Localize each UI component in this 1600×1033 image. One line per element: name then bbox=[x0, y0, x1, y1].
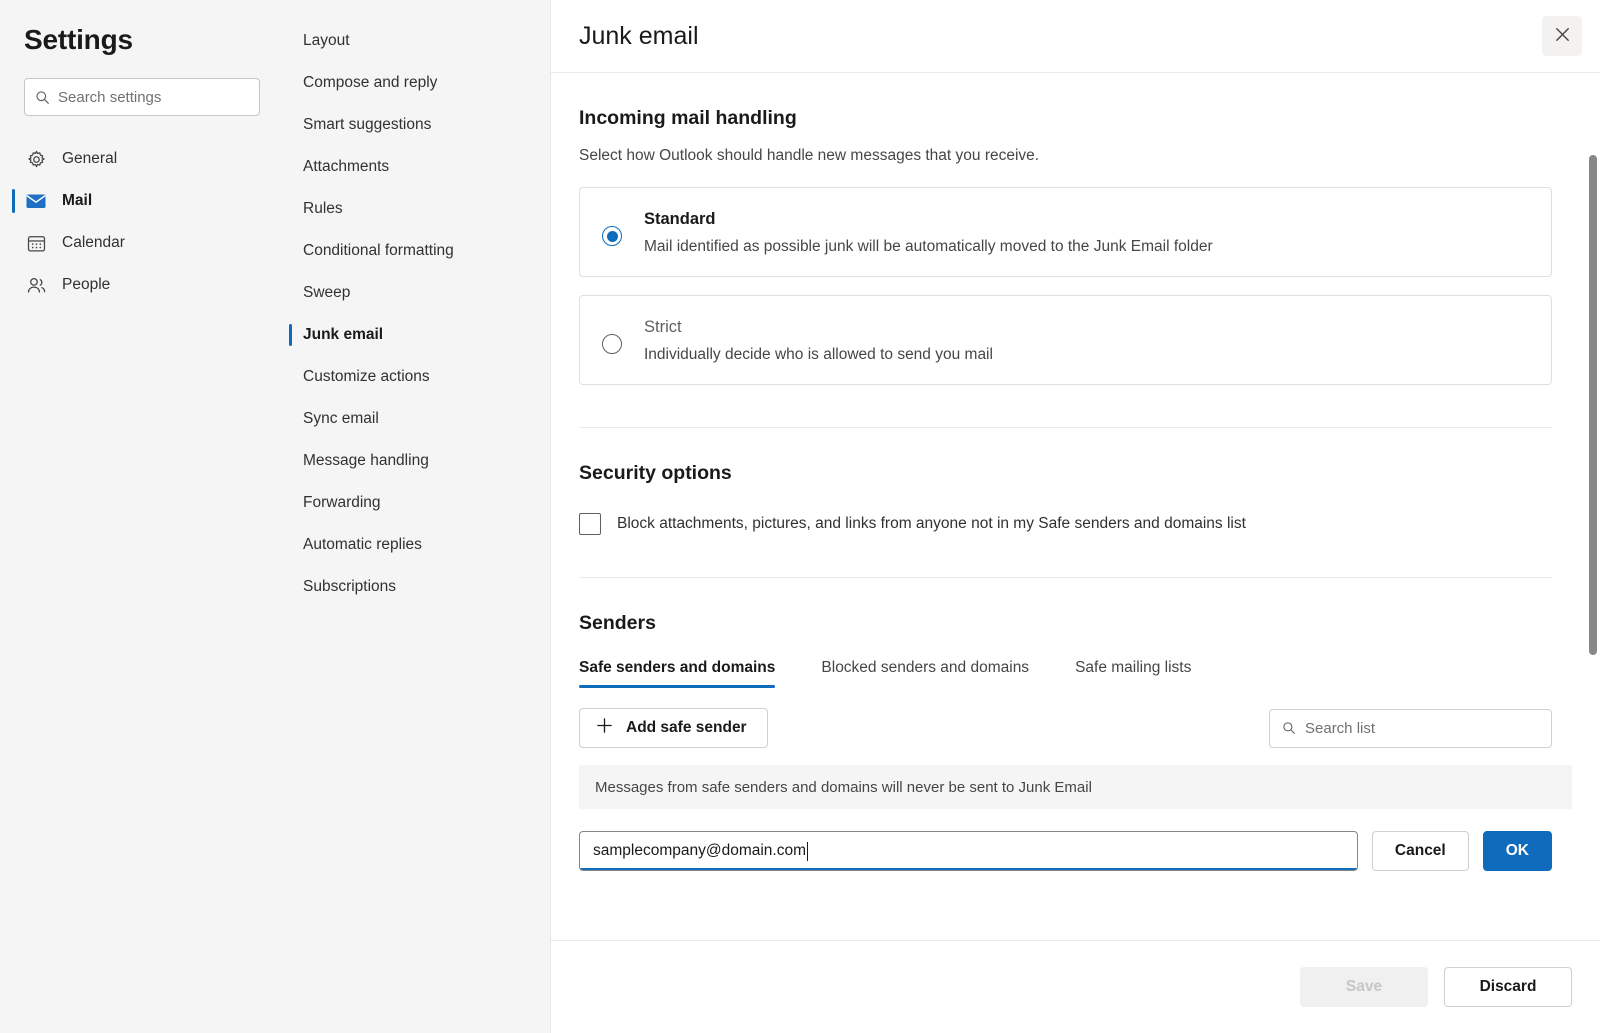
subnav-item-sync-email[interactable]: Sync email bbox=[288, 398, 550, 440]
subnav-item-label: Attachments bbox=[303, 158, 390, 175]
sidebar-item-mail[interactable]: Mail bbox=[0, 180, 288, 222]
subnav-item-junk-email[interactable]: Junk email bbox=[288, 314, 550, 356]
tab-label: Safe senders and domains bbox=[579, 659, 776, 676]
sidebar-item-calendar[interactable]: Calendar bbox=[0, 222, 288, 264]
search-icon bbox=[35, 90, 50, 105]
subnav-item-message-handling[interactable]: Message handling bbox=[288, 440, 550, 482]
plus-icon bbox=[596, 717, 613, 739]
panel-header: Junk email bbox=[551, 0, 1600, 73]
panel-body: Incoming mail handling Select how Outloo… bbox=[551, 73, 1600, 940]
settings-sidebar: Settings General bbox=[0, 0, 288, 1033]
incoming-mail-description: Select how Outlook should handle new mes… bbox=[579, 147, 1040, 164]
mail-subnav: Layout Compose and reply Smart suggestio… bbox=[288, 0, 551, 1033]
text-caret bbox=[807, 841, 809, 861]
sidebar-item-general[interactable]: General bbox=[0, 138, 288, 180]
section-divider bbox=[579, 577, 1552, 578]
block-attachments-checkbox-row[interactable]: Block attachments, pictures, and links f… bbox=[579, 513, 1552, 535]
subnav-item-label: Subscriptions bbox=[303, 578, 397, 595]
cancel-button[interactable]: Cancel bbox=[1371, 831, 1469, 871]
subnav-item-label: Sweep bbox=[303, 284, 351, 301]
sidebar-item-label: Mail bbox=[62, 192, 93, 209]
save-button[interactable]: Save bbox=[1300, 967, 1428, 1007]
subnav-item-label: Sync email bbox=[303, 410, 379, 427]
subnav-item-compose-and-reply[interactable]: Compose and reply bbox=[288, 62, 550, 104]
radio-unselected-icon bbox=[602, 334, 622, 354]
sender-email-value: samplecompany@domain.com bbox=[593, 842, 807, 859]
tab-safe-mailing-lists[interactable]: Safe mailing lists bbox=[1075, 659, 1191, 688]
radio-option-strict[interactable]: Strict Individually decide who is allowe… bbox=[579, 295, 1552, 385]
ok-button[interactable]: OK bbox=[1482, 831, 1552, 871]
sidebar-item-label: People bbox=[62, 276, 111, 293]
search-list-field[interactable] bbox=[1269, 708, 1552, 748]
subnav-item-label: Automatic replies bbox=[303, 536, 422, 553]
block-attachments-label: Block attachments, pictures, and links f… bbox=[617, 515, 1246, 532]
discard-button[interactable]: Discard bbox=[1444, 967, 1572, 1007]
main-panel: Junk email Incoming mail handling Select… bbox=[551, 0, 1600, 1033]
senders-tabs: Safe senders and domains Blocked senders… bbox=[579, 659, 1552, 688]
senders-actions-row: Add safe sender bbox=[579, 708, 1552, 748]
tab-label: Blocked senders and domains bbox=[821, 659, 1030, 676]
close-icon bbox=[1553, 25, 1572, 47]
security-options-heading: Security options bbox=[579, 462, 732, 484]
subnav-item-sweep[interactable]: Sweep bbox=[288, 272, 550, 314]
subnav-item-label: Forwarding bbox=[303, 494, 381, 511]
subnav-item-forwarding[interactable]: Forwarding bbox=[288, 482, 550, 524]
safe-senders-info-text: Messages from safe senders and domains w… bbox=[595, 778, 1092, 796]
radio-option-label: Strict bbox=[644, 318, 682, 336]
search-settings-field[interactable] bbox=[24, 78, 260, 116]
add-safe-sender-button[interactable]: Add safe sender bbox=[579, 708, 768, 748]
radio-option-description: Individually decide who is allowed to se… bbox=[644, 346, 993, 363]
subnav-item-label: Rules bbox=[303, 200, 343, 217]
scrollbar-thumb[interactable] bbox=[1589, 155, 1597, 655]
subnav-item-label: Smart suggestions bbox=[303, 116, 432, 133]
mail-icon bbox=[24, 189, 48, 213]
subnav-item-rules[interactable]: Rules bbox=[288, 188, 550, 230]
subnav-item-label: Customize actions bbox=[303, 368, 430, 385]
subnav-item-customize-actions[interactable]: Customize actions bbox=[288, 356, 550, 398]
safe-senders-info-bar: Messages from safe senders and domains w… bbox=[579, 765, 1572, 809]
incoming-mail-heading: Incoming mail handling bbox=[579, 107, 797, 129]
sidebar-item-label: Calendar bbox=[62, 234, 125, 251]
subnav-item-smart-suggestions[interactable]: Smart suggestions bbox=[288, 104, 550, 146]
tab-safe-senders-and-domains[interactable]: Safe senders and domains bbox=[579, 659, 776, 688]
checkbox-unchecked-icon[interactable] bbox=[579, 513, 601, 535]
sender-edit-row: samplecompany@domain.com Cancel OK bbox=[579, 831, 1552, 871]
panel-title: Junk email bbox=[579, 21, 699, 50]
section-divider bbox=[579, 427, 1552, 428]
search-icon bbox=[1282, 721, 1296, 735]
subnav-item-conditional-formatting[interactable]: Conditional formatting bbox=[288, 230, 550, 272]
radio-option-description: Mail identified as possible junk will be… bbox=[644, 238, 1213, 255]
subnav-item-label: Compose and reply bbox=[303, 74, 438, 91]
primary-nav: General Mail Calendar People bbox=[0, 138, 288, 306]
calendar-icon bbox=[24, 231, 48, 255]
tab-label: Safe mailing lists bbox=[1075, 659, 1192, 676]
subnav-item-label: Message handling bbox=[303, 452, 429, 469]
page-title: Settings bbox=[24, 24, 133, 55]
gear-icon bbox=[24, 147, 48, 171]
sidebar-item-label: General bbox=[62, 150, 118, 167]
settings-dialog: Settings General bbox=[0, 0, 1600, 1033]
close-button[interactable] bbox=[1542, 16, 1582, 56]
panel-scrollbar[interactable] bbox=[1589, 155, 1597, 655]
senders-heading: Senders bbox=[579, 612, 656, 634]
radio-selected-icon bbox=[602, 226, 622, 246]
subnav-item-automatic-replies[interactable]: Automatic replies bbox=[288, 524, 550, 566]
add-safe-sender-label: Add safe sender bbox=[626, 719, 747, 736]
sidebar-item-people[interactable]: People bbox=[0, 264, 288, 306]
panel-footer: Save Discard bbox=[551, 940, 1600, 1033]
radio-option-label: Standard bbox=[644, 210, 716, 228]
subnav-item-layout[interactable]: Layout bbox=[288, 20, 550, 62]
subnav-item-attachments[interactable]: Attachments bbox=[288, 146, 550, 188]
tab-blocked-senders-and-domains[interactable]: Blocked senders and domains bbox=[821, 659, 1029, 688]
search-settings-input[interactable] bbox=[58, 88, 249, 106]
subnav-item-label: Conditional formatting bbox=[303, 242, 454, 259]
sender-email-field[interactable]: samplecompany@domain.com bbox=[579, 831, 1358, 871]
radio-option-standard[interactable]: Standard Mail identified as possible jun… bbox=[579, 187, 1552, 277]
subnav-item-label: Layout bbox=[303, 32, 350, 49]
subnav-item-subscriptions[interactable]: Subscriptions bbox=[288, 566, 550, 608]
subnav-item-label: Junk email bbox=[303, 326, 384, 343]
people-icon bbox=[24, 273, 48, 297]
search-list-input[interactable] bbox=[1305, 719, 1539, 737]
